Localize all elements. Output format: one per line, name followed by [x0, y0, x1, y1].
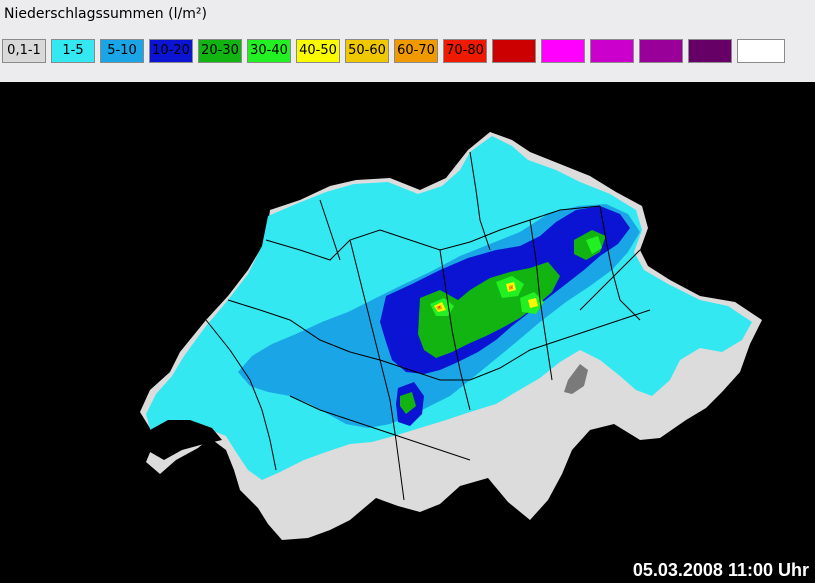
legend-swatch-label: 10-20	[152, 43, 190, 58]
timestamp: 05.03.2008 11:00 Uhr	[632, 560, 809, 580]
legend-swatch	[492, 39, 536, 63]
legend-swatch: 60-70	[394, 39, 438, 63]
legend-swatches: 0,1-1 1-5 5-10 10-20 20-30 30-40 40-50 5…	[2, 39, 785, 65]
legend-swatch-label: 40-50	[299, 43, 337, 58]
legend-swatch-label: 70-80	[446, 43, 484, 58]
legend-swatch-label: 5-10	[107, 43, 137, 58]
legend-swatch: 70-80	[443, 39, 487, 63]
legend-swatch: 40-50	[296, 39, 340, 63]
map-canvas	[140, 132, 762, 540]
legend-swatch: 5-10	[100, 39, 144, 63]
legend-swatch: 10-20	[149, 39, 193, 63]
legend-swatch	[639, 39, 683, 63]
legend-swatch	[737, 39, 785, 63]
legend-swatch-label: 1-5	[62, 43, 84, 58]
legend-swatch	[688, 39, 732, 63]
precipitation-map: 05.03.2008 11:00 Uhr	[0, 82, 815, 583]
legend-title: Niederschlagssummen (l/m²)	[4, 6, 207, 22]
legend-swatch: 50-60	[345, 39, 389, 63]
legend-swatch: 30-40	[247, 39, 291, 63]
legend-swatch-label: 50-60	[348, 43, 386, 58]
legend-swatch: 20-30	[198, 39, 242, 63]
legend-swatch-label: 30-40	[250, 43, 288, 58]
legend-swatch-label: 20-30	[201, 43, 239, 58]
legend-header: Niederschlagssummen (l/m²) 0,1-1 1-5 5-1…	[0, 0, 815, 82]
legend-swatch: 1-5	[51, 39, 95, 63]
legend-swatch-label: 0,1-1	[7, 43, 41, 58]
legend-swatch-label: 60-70	[397, 43, 435, 58]
legend-swatch	[590, 39, 634, 63]
legend-swatch	[541, 39, 585, 63]
legend-swatch: 0,1-1	[2, 39, 46, 63]
